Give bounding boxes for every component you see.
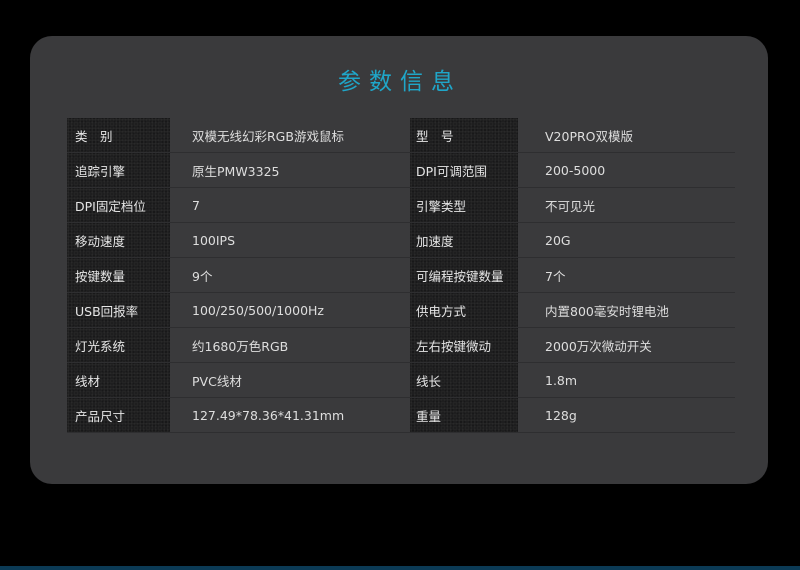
table-row: 产品尺寸 127.49*78.36*41.31mm 重量 128g (67, 398, 735, 433)
spec-label: 移动速度 (67, 223, 170, 257)
spec-value: 约1680万色RGB (170, 328, 410, 362)
spec-value: 100IPS (170, 223, 410, 257)
spec-value: PVC线材 (170, 363, 410, 397)
spec-label: 引擎类型 (410, 188, 518, 222)
spec-label: 按键数量 (67, 258, 170, 292)
spec-label: 追踪引擎 (67, 153, 170, 187)
table-row: 类 别 双模无线幻彩RGB游戏鼠标 型 号 V20PRO双模版 (67, 118, 735, 153)
spec-label: DPI可调范围 (410, 153, 518, 187)
spec-value: 2000万次微动开关 (518, 328, 735, 362)
spec-value: 原生PMW3325 (170, 153, 410, 187)
table-row: USB回报率 100/250/500/1000Hz 供电方式 内置800毫安时锂… (67, 293, 735, 328)
spec-label: 类 别 (67, 118, 170, 152)
spec-value: 9个 (170, 258, 410, 292)
spec-table: 类 别 双模无线幻彩RGB游戏鼠标 型 号 V20PRO双模版 追踪引擎 原生P… (67, 118, 735, 433)
table-row: 移动速度 100IPS 加速度 20G (67, 223, 735, 258)
spec-label: 产品尺寸 (67, 398, 170, 432)
spec-value: 双模无线幻彩RGB游戏鼠标 (170, 118, 410, 152)
spec-label: 加速度 (410, 223, 518, 257)
spec-label: 重量 (410, 398, 518, 432)
spec-label: 可编程按键数量 (410, 258, 518, 292)
spec-label: 线材 (67, 363, 170, 397)
spec-value: 7个 (518, 258, 735, 292)
table-row: DPI固定档位 7 引擎类型 不可见光 (67, 188, 735, 223)
table-row: 灯光系统 约1680万色RGB 左右按键微动 2000万次微动开关 (67, 328, 735, 363)
spec-label: DPI固定档位 (67, 188, 170, 222)
table-row: 线材 PVC线材 线长 1.8m (67, 363, 735, 398)
spec-value: 100/250/500/1000Hz (170, 293, 410, 327)
spec-label: 左右按键微动 (410, 328, 518, 362)
page-title: 参数信息 (338, 69, 462, 95)
table-row: 追踪引擎 原生PMW3325 DPI可调范围 200-5000 (67, 153, 735, 188)
spec-value: 7 (170, 188, 410, 222)
spec-label: 灯光系统 (67, 328, 170, 362)
spec-value: 不可见光 (518, 188, 735, 222)
spec-label: 型 号 (410, 118, 518, 152)
spec-value: 内置800毫安时锂电池 (518, 293, 735, 327)
spec-value: 1.8m (518, 363, 735, 397)
spec-label: USB回报率 (67, 293, 170, 327)
spec-value: V20PRO双模版 (518, 118, 735, 152)
spec-value: 128g (518, 398, 735, 432)
spec-value: 200-5000 (518, 153, 735, 187)
table-row: 按键数量 9个 可编程按键数量 7个 (67, 258, 735, 293)
bottom-divider (0, 566, 800, 570)
spec-label: 线长 (410, 363, 518, 397)
spec-label: 供电方式 (410, 293, 518, 327)
spec-value: 20G (518, 223, 735, 257)
spec-value: 127.49*78.36*41.31mm (170, 398, 410, 432)
